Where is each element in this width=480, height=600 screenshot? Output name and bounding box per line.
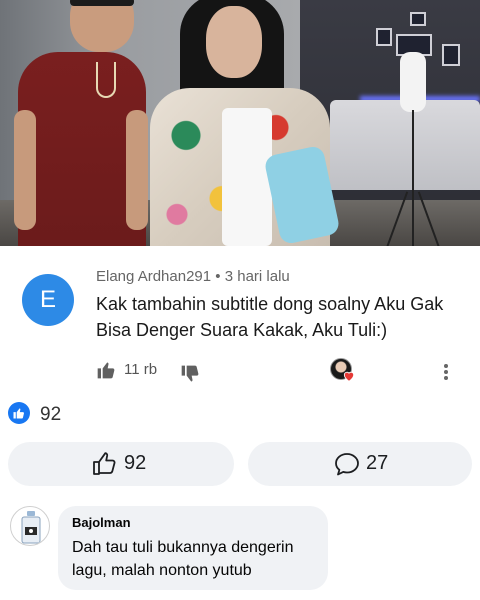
person-left-arm: [126, 110, 148, 230]
reply-author[interactable]: Bajolman: [72, 515, 131, 530]
commenter-avatar[interactable]: E: [22, 274, 74, 326]
more-vertical-icon[interactable]: [442, 360, 450, 384]
person-right-top: [222, 108, 272, 246]
person-left-head: [70, 0, 134, 52]
youtube-comment: E Elang Ardhan291 • 3 hari lalu Kak tamb…: [0, 260, 480, 390]
more-dot: [444, 370, 448, 374]
wall-picture: [376, 28, 392, 46]
person-right-face: [206, 6, 262, 78]
reply-avatar[interactable]: [10, 506, 50, 546]
heart-icon: [343, 371, 355, 382]
thumbs-down-icon[interactable]: [180, 364, 200, 384]
person-left-hair: [70, 0, 134, 6]
creator-heart[interactable]: [330, 358, 360, 386]
thumbs-up-icon[interactable]: [96, 360, 116, 380]
like-reaction-icon: [8, 402, 30, 424]
comment-button-count: 27: [366, 452, 389, 474]
reply-text: Dah tau tuli bukannya dengerin lagu, mal…: [72, 539, 294, 579]
comment-actions: 11 rb: [92, 358, 472, 386]
thumbs-up-outline-icon: [93, 452, 116, 475]
like-button[interactable]: 92: [8, 442, 234, 486]
more-dot: [444, 364, 448, 368]
comment-text: Kak tambahin subtitle dong soalny Aku Ga…: [96, 294, 444, 340]
comment-author[interactable]: Elang Ardhan291: [96, 268, 211, 285]
wall-picture: [442, 44, 460, 66]
tripod: [412, 110, 414, 246]
comment-button[interactable]: 27: [248, 442, 472, 486]
comment-meta: Elang Ardhan291 • 3 hari lalu: [96, 268, 290, 285]
wall-picture: [410, 12, 426, 26]
ring-light: [400, 52, 426, 112]
water-bottle-avatar-icon: [21, 511, 41, 544]
comment-like-count: 11 rb: [124, 361, 158, 378]
comment-time: 3 hari lalu: [224, 268, 290, 285]
more-dot: [444, 376, 448, 380]
necklace: [96, 62, 116, 98]
bed: [330, 100, 480, 190]
like-button-count: 92: [124, 452, 147, 474]
reaction-summary[interactable]: 92: [8, 402, 208, 428]
person-left-arm: [14, 110, 36, 230]
reply-bubble: Bajolman Dah tau tuli bukannya dengerin …: [58, 506, 328, 590]
meta-separator: •: [215, 268, 221, 285]
comment-bubble-icon: [335, 453, 359, 476]
reaction-count: 92: [40, 404, 62, 425]
video-frame[interactable]: [0, 0, 480, 246]
